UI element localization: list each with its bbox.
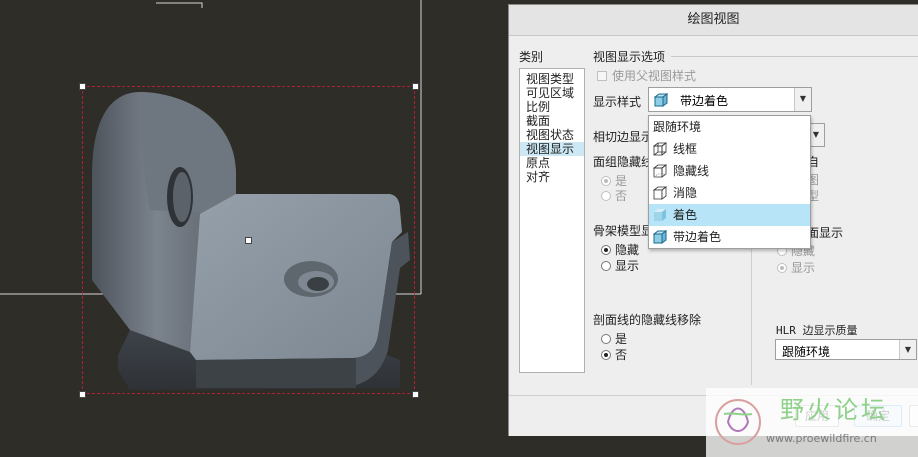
selection-handle[interactable]: [79, 83, 86, 90]
dropdown-item-label: 跟随环境: [653, 120, 702, 134]
radio-label: 否: [615, 189, 628, 203]
dropdown-item-shaded[interactable]: 着色: [649, 204, 810, 226]
use-parent-style-checkbox[interactable]: 使用父视图样式: [597, 67, 696, 84]
checkbox-box: [597, 71, 607, 81]
forum-watermark: 野火论坛 www.proewildfire.cn: [706, 388, 918, 457]
chevron-down-icon[interactable]: ▼: [899, 340, 916, 359]
dropdown-item-label: 隐藏线: [673, 164, 710, 178]
view-display-options-label: 视图显示选项: [593, 50, 666, 64]
radio-label: 是: [615, 174, 628, 188]
section-display-show-radio[interactable]: 显示: [777, 259, 815, 276]
watermark-url: www.proewildfire.cn: [766, 432, 877, 445]
category-item-view-state[interactable]: 视图状态: [520, 128, 584, 142]
radio-circle: [777, 263, 787, 273]
dropdown-item-label: 消隐: [673, 186, 698, 200]
wireframe-icon: [653, 142, 667, 156]
radio-circle: [601, 191, 611, 201]
category-item-view-type[interactable]: 视图类型: [520, 72, 584, 86]
tangent-edge-label: 相切边显示: [593, 130, 654, 144]
category-item-visible-area[interactable]: 可见区域: [520, 86, 584, 100]
chevron-down-icon[interactable]: ▼: [794, 88, 811, 111]
category-item-origin[interactable]: 原点: [520, 156, 584, 170]
radio-circle: [601, 245, 611, 255]
watermark-logo-icon: [715, 399, 761, 445]
selection-handle[interactable]: [412, 391, 419, 398]
hidden-line-icon: [653, 164, 667, 178]
model-viewport[interactable]: [0, 0, 508, 457]
radio-label: 是: [615, 332, 628, 346]
shaded-edges-icon: [654, 93, 668, 107]
shaded-edges-icon: [653, 230, 667, 244]
hlr-quality-value: 跟随环境: [782, 345, 831, 359]
category-item-scale[interactable]: 比例: [520, 100, 584, 114]
skeleton-hidden-radio[interactable]: 隐藏: [601, 241, 639, 258]
face-group-no-radio[interactable]: 否: [601, 187, 627, 204]
category-list[interactable]: 视图类型 可见区域 比例 截面 视图状态 视图显示 原点 对齐: [519, 68, 585, 373]
dropdown-item-hidden-line[interactable]: 隐藏线: [649, 160, 810, 182]
section-hidden-removal-label: 剖面线的隐藏线移除: [593, 313, 702, 327]
dropdown-item-shaded-edges[interactable]: 带边着色: [649, 226, 810, 248]
radio-circle: [601, 176, 611, 186]
hlr-quality-label: HLR 边显示质量: [776, 324, 858, 337]
dropdown-item-label: 着色: [673, 208, 698, 222]
radio-circle: [601, 350, 611, 360]
display-style-select[interactable]: 带边着色 ▼: [648, 87, 812, 112]
category-label: 类别: [519, 50, 544, 64]
skeleton-show-radio[interactable]: 显示: [601, 257, 639, 274]
radio-label: 否: [615, 348, 628, 362]
radio-circle: [601, 334, 611, 344]
selection-handle[interactable]: [79, 391, 86, 398]
dropdown-item-wireframe[interactable]: 线框: [649, 138, 810, 160]
shaded-icon: [654, 209, 666, 221]
dropdown-item-label: 线框: [673, 142, 698, 156]
use-parent-style-label: 使用父视图样式: [612, 69, 697, 83]
section-removal-yes-radio[interactable]: 是: [601, 330, 627, 347]
dropdown-item-follow-env[interactable]: 跟随环境: [649, 116, 810, 138]
radio-label: 隐藏: [615, 243, 640, 257]
display-style-label: 显示样式: [593, 95, 642, 109]
display-style-dropdown[interactable]: 跟随环境 线框 隐藏线 消隐 着色 带边着色: [648, 115, 811, 249]
dialog-title: 绘图视图: [509, 5, 918, 36]
radio-circle: [601, 261, 611, 271]
selection-center-handle[interactable]: [245, 237, 252, 244]
face-group-hidden-label: 面组隐藏线: [593, 155, 654, 169]
watermark-title: 野火论坛: [780, 396, 888, 424]
category-item-view-display[interactable]: 视图显示: [520, 142, 584, 156]
category-item-section[interactable]: 截面: [520, 114, 584, 128]
radio-label: 显示: [615, 259, 640, 273]
hlr-quality-select[interactable]: 跟随环境 ▼: [775, 339, 917, 360]
dropdown-item-no-hidden[interactable]: 消隐: [649, 182, 810, 204]
group-separator: [671, 56, 918, 57]
dropdown-item-label: 带边着色: [673, 230, 722, 244]
category-item-alignment[interactable]: 对齐: [520, 170, 584, 184]
skeleton-display-label: 骨架模型显: [593, 224, 654, 238]
radio-label: 显示: [791, 261, 816, 275]
tangent-edge-select[interactable]: ▼: [808, 123, 825, 147]
no-hidden-icon: [653, 186, 667, 200]
drawing-view-dialog: 绘图视图 类别 视图类型 可见区域 比例 截面 视图状态 视图显示 原点 对齐 …: [508, 4, 918, 436]
display-style-value: 带边着色: [680, 94, 729, 108]
selection-handle[interactable]: [412, 83, 419, 90]
section-removal-no-radio[interactable]: 否: [601, 346, 627, 363]
